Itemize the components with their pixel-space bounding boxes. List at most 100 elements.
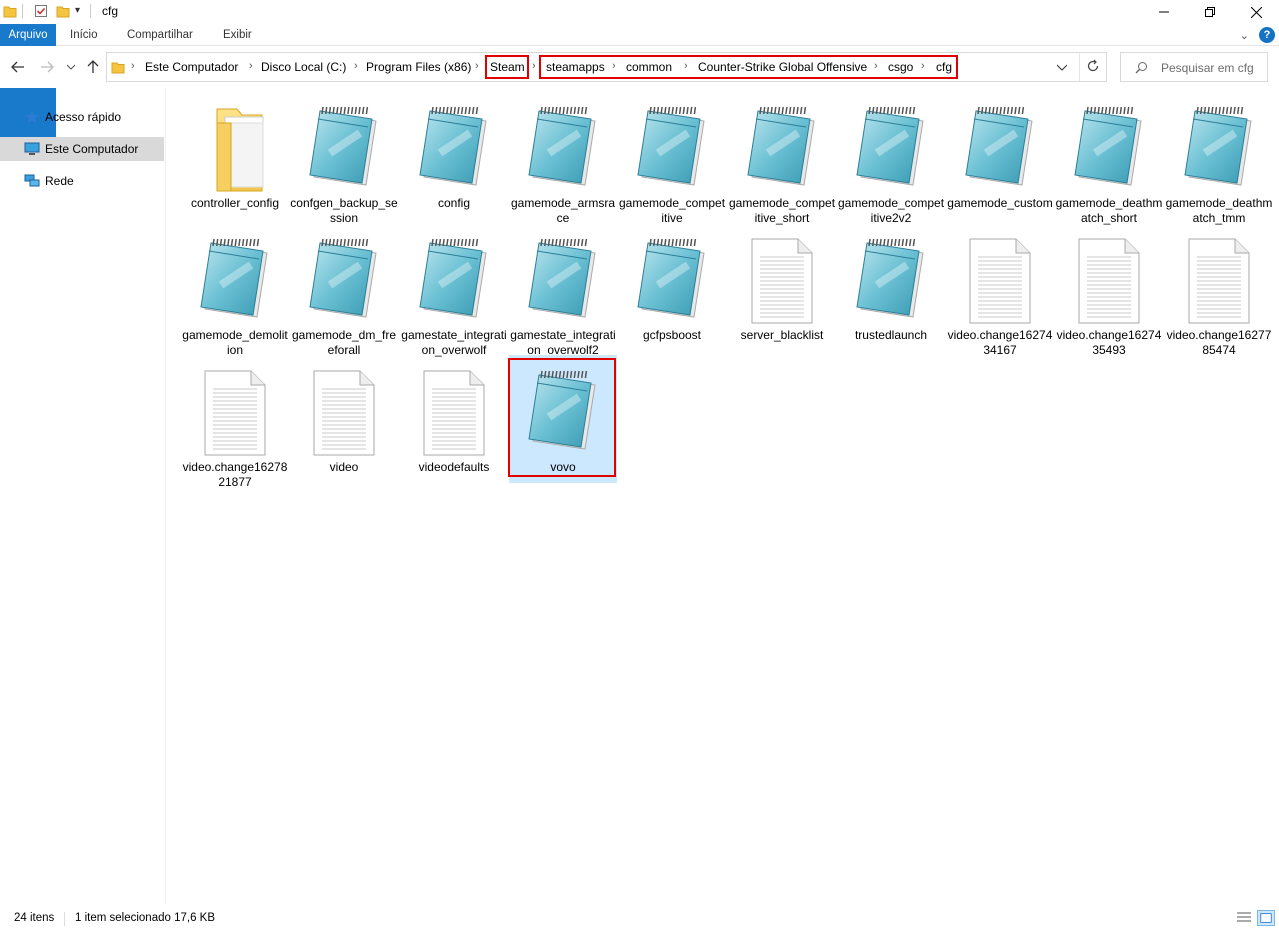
file-name: video.change1627435493 <box>1056 328 1162 357</box>
file-name: gamemode_dm_freeforall <box>291 328 397 357</box>
notepad-file-icon <box>195 235 275 325</box>
arrow-left-icon <box>11 61 24 73</box>
sidebar-item-acesso-rapido[interactable]: Acesso rápido <box>0 105 164 129</box>
file-name: controller_config <box>190 196 280 210</box>
expand-ribbon-icon[interactable]: ⌄ <box>1240 29 1249 42</box>
notepad-file-icon <box>523 103 603 193</box>
back-button[interactable] <box>9 58 27 76</box>
file-name: video <box>329 460 359 474</box>
file-item[interactable]: video.change1627435493 <box>1055 223 1163 357</box>
chevron-down-icon <box>67 64 75 70</box>
address-dropdown-button[interactable] <box>1056 61 1068 75</box>
file-view: controller_config confgen_backup_session c… <box>166 88 1279 904</box>
restore-button[interactable] <box>1187 0 1233 24</box>
breadcrumb-separator-icon: › <box>354 60 358 72</box>
sidebar-item-label: Rede <box>45 174 74 188</box>
file-item[interactable]: gcfpsboost <box>618 223 726 351</box>
file-item[interactable]: gamemode_armsrace <box>509 91 617 225</box>
chevron-down-icon <box>1056 64 1068 71</box>
annotation-box-selected-file <box>508 358 616 477</box>
arrow-right-icon <box>41 61 54 73</box>
refresh-button[interactable] <box>1086 59 1100 76</box>
tab-exibir[interactable]: Exibir <box>215 24 260 46</box>
qat-dropdown-icon[interactable]: ▾ <box>75 5 80 16</box>
file-item[interactable]: trustedlaunch <box>837 223 945 351</box>
recent-locations-button[interactable] <box>64 58 78 76</box>
item-count: 24 itens <box>14 912 55 924</box>
tab-inicio[interactable]: Início <box>62 24 106 46</box>
breadcrumb-disco-local[interactable]: Disco Local (C:) <box>261 60 346 74</box>
breadcrumb-separator-icon: › <box>249 60 253 72</box>
search-icon <box>1135 62 1147 74</box>
close-button[interactable] <box>1233 0 1279 24</box>
file-item[interactable]: gamemode_demolition <box>181 223 289 357</box>
file-name: video.change1627785474 <box>1166 328 1272 357</box>
file-item[interactable]: video.change1627434167 <box>946 223 1054 357</box>
notepad-file-icon <box>414 235 494 325</box>
notepad-file-icon <box>851 235 931 325</box>
text-file-icon <box>742 235 822 325</box>
file-name: gamemode_competitive <box>618 196 726 225</box>
title-bar: ▾ cfg <box>0 0 1279 24</box>
file-item[interactable]: gamemode_custom <box>946 91 1054 219</box>
file-item[interactable]: video <box>290 355 398 483</box>
file-name: config <box>437 196 471 210</box>
folder-icon <box>111 62 125 74</box>
up-button[interactable] <box>84 58 102 76</box>
ribbon-controls: ⌄ ? <box>1240 27 1275 43</box>
large-icons-view-icon[interactable] <box>1257 910 1275 926</box>
annotation-box-steam <box>485 55 529 79</box>
new-folder-icon[interactable] <box>56 4 70 18</box>
file-item[interactable]: gamestate_integration_overwolf2 <box>509 223 617 357</box>
file-item[interactable]: gamemode_deathmatch_tmm <box>1165 91 1273 225</box>
file-item[interactable]: controller_config <box>181 91 289 219</box>
sidebar-item-este-computador[interactable]: Este Computador <box>0 137 164 161</box>
file-item[interactable]: gamestate_integration_overwolf <box>400 223 508 357</box>
file-item[interactable]: videodefaults <box>400 355 508 483</box>
annotation-box-path <box>539 55 958 79</box>
file-item[interactable]: video.change1627785474 <box>1165 223 1273 357</box>
help-icon[interactable]: ? <box>1259 27 1275 43</box>
file-name: gcfpsboost <box>642 328 702 342</box>
file-name: server_blacklist <box>740 328 824 342</box>
file-item[interactable]: gamemode_competitive <box>618 91 726 225</box>
breadcrumb-program-files[interactable]: Program Files (x86) <box>366 60 471 74</box>
file-name: gamemode_demolition <box>182 328 288 357</box>
notepad-file-icon <box>632 235 712 325</box>
breadcrumb-este-computador[interactable]: Este Computador <box>145 60 238 74</box>
computer-icon <box>24 142 40 155</box>
file-item[interactable]: config <box>400 91 508 219</box>
selection-info: 1 item selecionado 17,6 KB <box>75 912 216 924</box>
file-name: gamestate_integration_overwolf <box>401 328 507 357</box>
sidebar-item-label: Este Computador <box>45 142 139 156</box>
text-file-icon <box>414 367 494 457</box>
minimize-button[interactable] <box>1141 0 1187 24</box>
file-name: gamemode_competitive_short <box>728 196 836 225</box>
address-bar[interactable]: › Este Computador › Disco Local (C:) › P… <box>106 52 1107 82</box>
address-row: › Este Computador › Disco Local (C:) › P… <box>0 46 1279 88</box>
file-item[interactable]: gamemode_competitive_short <box>728 91 836 225</box>
file-name: gamestate_integration_overwolf2 <box>510 328 616 357</box>
breadcrumb-separator-icon: › <box>131 60 135 72</box>
arrow-up-icon <box>87 60 99 73</box>
file-item[interactable]: gamemode_deathmatch_short <box>1055 91 1163 225</box>
file-item[interactable]: video.change1627821877 <box>181 355 289 489</box>
ribbon-tabs: Arquivo Início Compartilhar Exibir ⌄ ? <box>0 24 1279 152</box>
search-input[interactable]: Pesquisar em cfg <box>1120 52 1268 82</box>
details-view-icon[interactable] <box>1235 910 1253 926</box>
tab-compartilhar[interactable]: Compartilhar <box>119 24 201 46</box>
sidebar-item-rede[interactable]: Rede <box>0 169 164 193</box>
file-name: trustedlaunch <box>854 328 928 342</box>
file-name: video.change1627434167 <box>947 328 1053 357</box>
file-item[interactable]: gamemode_competitive2v2 <box>837 91 945 225</box>
notepad-file-icon <box>304 235 384 325</box>
file-item[interactable]: confgen_backup_session <box>290 91 398 225</box>
file-item[interactable]: server_blacklist <box>728 223 836 351</box>
file-name: gamemode_custom <box>947 196 1053 210</box>
breadcrumb-separator-icon: › <box>475 60 479 72</box>
file-name: gamemode_armsrace <box>510 196 616 225</box>
properties-icon[interactable] <box>34 4 48 18</box>
notepad-file-icon <box>742 103 822 193</box>
file-item[interactable]: gamemode_dm_freeforall <box>290 223 398 357</box>
forward-button[interactable] <box>38 58 56 76</box>
